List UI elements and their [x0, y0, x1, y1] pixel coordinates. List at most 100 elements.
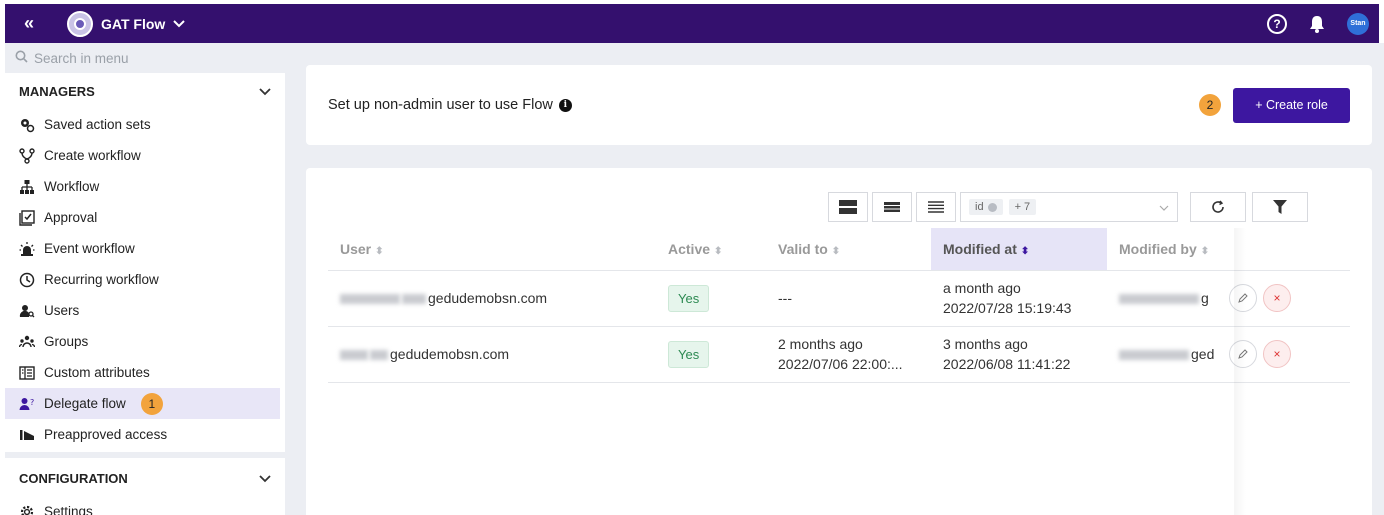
chevron-down-icon[interactable]	[1159, 198, 1169, 216]
chip-label: id	[975, 201, 984, 213]
cell-actions: ×	[1217, 270, 1350, 327]
search-input[interactable]: Search in menu	[34, 51, 129, 66]
edit-icon[interactable]	[1229, 340, 1257, 368]
branch-icon	[19, 147, 35, 164]
sidebar-item-label: Delegate flow	[44, 396, 126, 411]
bell-icon[interactable]	[1309, 15, 1325, 33]
cell-actions: ×	[1217, 326, 1350, 383]
sort-icon: ⬍	[1200, 245, 1210, 257]
filter-button[interactable]	[1252, 192, 1308, 222]
more-columns-chip[interactable]: + 7	[1008, 199, 1037, 215]
chevron-down-icon[interactable]	[259, 471, 271, 486]
roles-table: User ⬍ Active ⬍ Valid to ⬍ Modified at ⬍ Mod…	[328, 228, 1350, 383]
menu-search[interactable]: Search in menu	[5, 43, 285, 73]
table-row[interactable]: gedudemobsn.com Yes 2 months ago 2022/07/…	[328, 326, 1350, 383]
sidebar-item-label: Approval	[44, 210, 98, 225]
attributes-icon	[19, 365, 35, 381]
sidebar-item-label: Preapproved access	[44, 427, 168, 442]
cell-user: gedudemobsn.com	[328, 270, 656, 327]
cell-valid-to: ---	[766, 270, 931, 327]
edit-icon[interactable]	[1229, 284, 1257, 312]
density-small-button[interactable]	[916, 192, 956, 222]
sidebar-item-label: Workflow	[44, 179, 100, 194]
roles-table-card: id + 7 User ⬍ Active ⬍ Valid to ⬍ Modified …	[306, 168, 1372, 515]
sidebar-item-settings[interactable]: Settings	[5, 496, 285, 515]
status-badge: Yes	[668, 340, 710, 368]
chip-remove-icon[interactable]	[987, 202, 997, 212]
column-select[interactable]: id + 7	[960, 192, 1178, 222]
density-medium-button[interactable]	[872, 192, 912, 222]
hierarchy-icon	[19, 179, 35, 195]
section-label: MANAGERS	[19, 83, 95, 99]
cell-valid-to: 2 months ago 2022/07/06 22:00:...	[766, 326, 931, 383]
status-badge: Yes	[668, 284, 710, 312]
column-header-user[interactable]: User ⬍	[328, 228, 656, 271]
gear-icon	[19, 504, 35, 515]
column-header-active[interactable]: Active ⬍	[656, 228, 766, 271]
redacted-text	[340, 350, 368, 361]
sort-icon: ⬍	[831, 245, 841, 257]
sidebar-item-groups[interactable]: Groups	[5, 326, 285, 357]
cell-modified-at: a month ago 2022/07/28 15:19:43	[931, 270, 1107, 327]
chevron-down-icon[interactable]	[259, 84, 271, 99]
section-managers[interactable]: MANAGERS	[5, 73, 285, 109]
column-chip[interactable]: id	[969, 199, 1003, 215]
sidebar-item-event-workflow[interactable]: Event workflow	[5, 233, 285, 264]
sidebar-item-preapproved-access[interactable]: Preapproved access	[5, 419, 285, 450]
column-header-valid-to[interactable]: Valid to ⬍	[766, 228, 931, 271]
section-configuration[interactable]: CONFIGURATION	[5, 460, 285, 496]
top-bar: « GAT Flow ? Stan	[5, 4, 1379, 43]
avatar[interactable]: Stan	[1347, 12, 1369, 35]
sidebar-item-label: Settings	[44, 504, 93, 515]
collapse-sidebar-button[interactable]: «	[9, 13, 49, 34]
section-label: CONFIGURATION	[19, 470, 128, 486]
refresh-button[interactable]	[1190, 192, 1246, 222]
header-card: Set up non-admin user to use Flow i 2 + …	[306, 65, 1372, 145]
delegate-icon: ?	[19, 396, 35, 412]
page-title: Set up non-admin user to use Flow	[328, 97, 553, 113]
density-large-button[interactable]	[828, 192, 868, 222]
sidebar-item-workflow[interactable]: Workflow	[5, 171, 285, 202]
sidebar-item-create-workflow[interactable]: Create workflow	[5, 140, 285, 171]
gears-icon	[19, 117, 35, 133]
redacted-text	[1119, 294, 1199, 305]
delete-icon[interactable]: ×	[1263, 284, 1291, 312]
sidebar-item-custom-attributes[interactable]: Custom attributes	[5, 357, 285, 388]
column-header-modified-at[interactable]: Modified at ⬍	[931, 228, 1107, 271]
table-row[interactable]: gedudemobsn.com Yes --- a month ago 2022/…	[328, 270, 1350, 327]
clock-icon	[19, 272, 35, 288]
delete-icon[interactable]: ×	[1263, 340, 1291, 368]
approval-icon	[19, 209, 35, 226]
sort-icon: ⬍	[375, 245, 384, 257]
app-name[interactable]: GAT Flow	[101, 16, 165, 32]
cell-active: Yes	[656, 270, 766, 327]
step-badge: 1	[140, 392, 163, 415]
redacted-text	[402, 294, 426, 305]
cell-modified-at: 3 months ago 2022/06/08 11:41:22	[931, 326, 1107, 383]
cell-user: gedudemobsn.com	[328, 326, 656, 383]
sidebar-item-approval[interactable]: Approval	[5, 202, 285, 233]
help-icon[interactable]: ?	[1267, 13, 1287, 34]
sidebar-item-label: Recurring workflow	[44, 272, 159, 287]
page-title-row: Set up non-admin user to use Flow i	[328, 97, 572, 113]
column-header-actions	[1217, 228, 1350, 271]
svg-text:?: ?	[30, 398, 34, 407]
sidebar-item-delegate-flow[interactable]: ? Delegate flow 1	[5, 388, 280, 419]
sidebar-item-label: Saved action sets	[44, 117, 151, 132]
sidebar-item-saved-action-sets[interactable]: Saved action sets	[5, 109, 285, 140]
alarm-icon	[19, 241, 35, 257]
redacted-text	[370, 350, 388, 361]
cell-modified-by: g	[1107, 270, 1217, 327]
sidebar-item-users[interactable]: Users	[5, 295, 285, 326]
sidebar-item-label: Custom attributes	[44, 365, 150, 380]
group-icon	[19, 334, 35, 350]
sort-desc-icon: ⬍	[1020, 245, 1030, 257]
sidebar: Search in menu MANAGERS Saved action set…	[5, 43, 285, 515]
column-header-modified-by[interactable]: Modified by ⬍	[1107, 228, 1217, 271]
divider	[5, 452, 285, 458]
create-role-button[interactable]: + Create role	[1233, 87, 1350, 123]
info-icon[interactable]: i	[558, 98, 572, 112]
cell-modified-by: ged	[1107, 326, 1217, 383]
chevron-down-icon[interactable]	[173, 19, 186, 28]
sidebar-item-recurring-workflow[interactable]: Recurring workflow	[5, 264, 285, 295]
